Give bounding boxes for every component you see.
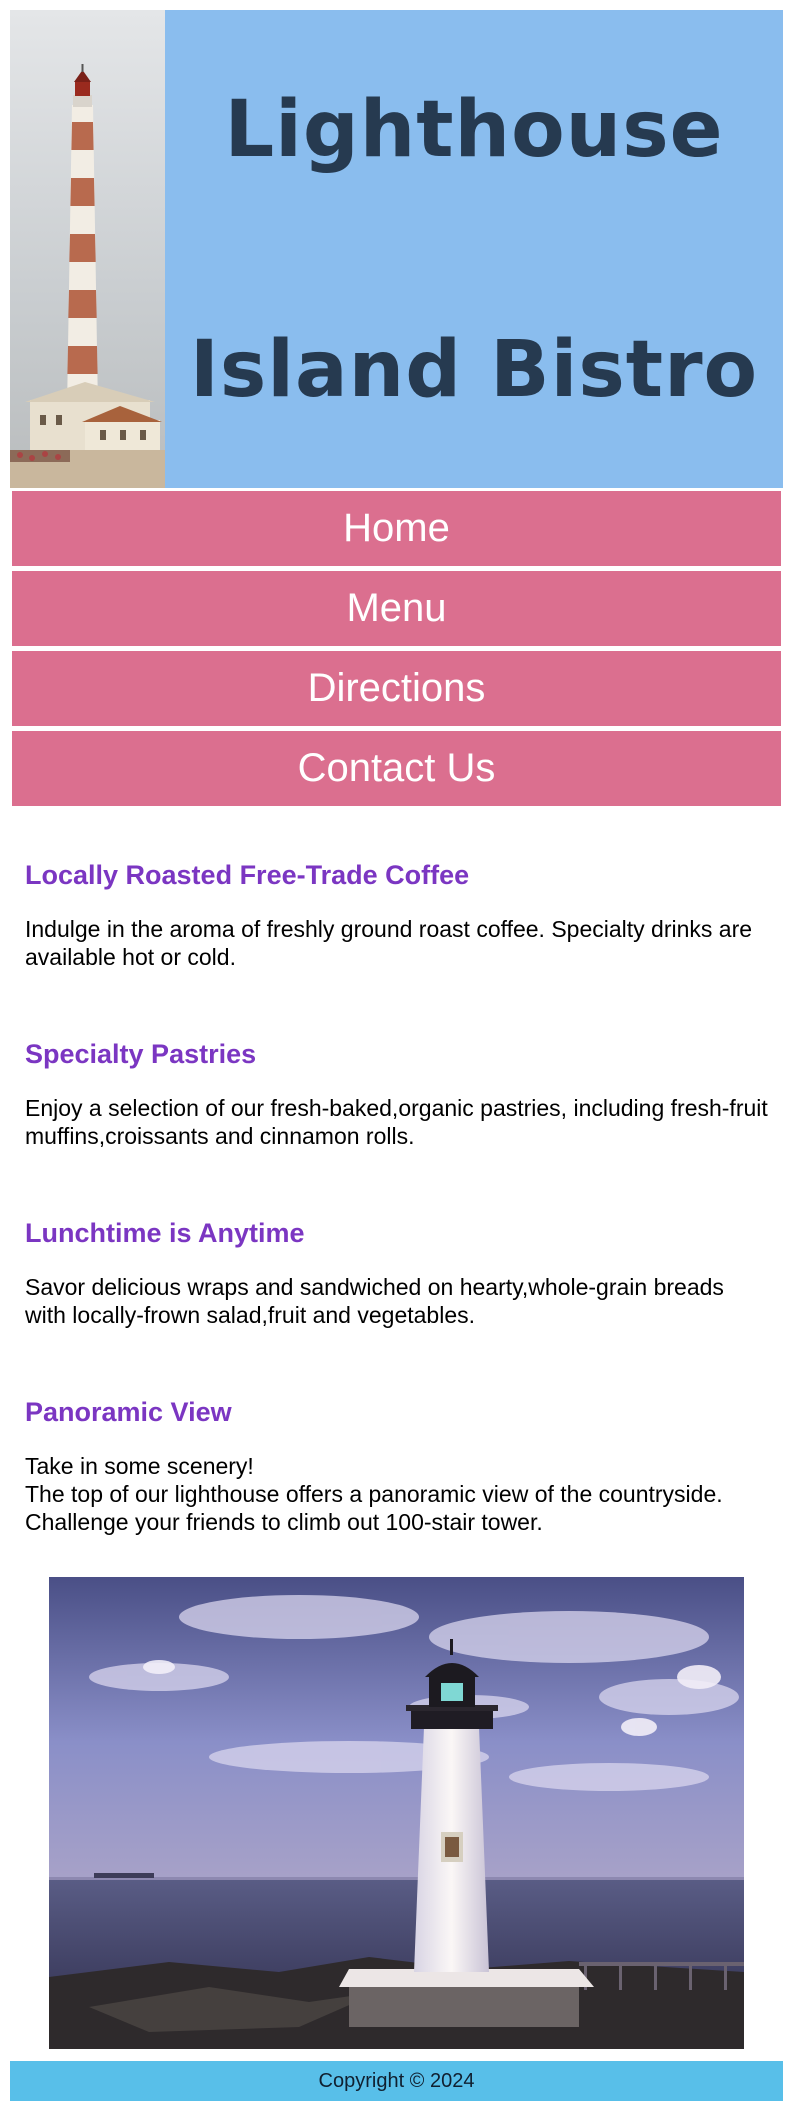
section-text: Savor delicious wraps and sandwiched on … — [25, 1274, 724, 1328]
section-text: Take in some scenery! The top of our lig… — [25, 1452, 768, 1536]
site-header: Lighthouse Island Bistro — [10, 10, 783, 488]
section-lunch: Lunchtime is Anytime Savor delicious wra… — [25, 1194, 768, 1329]
section-panoramic-view: Panoramic View Take in some scenery! The… — [25, 1373, 768, 1536]
lighthouse-photo — [49, 1577, 744, 2049]
site-title-line1: Lighthouse — [224, 85, 724, 175]
section-text-line: Challenge your friends to climb out 100-… — [25, 1509, 543, 1535]
section-heading: Locally Roasted Free-Trade Coffee — [25, 860, 470, 890]
main-content: Locally Roasted Free-Trade Coffee Indulg… — [10, 811, 783, 1536]
site-title: Lighthouse Island Bistro — [165, 10, 783, 488]
page-wrapper: Lighthouse Island Bistro Home Menu Direc… — [10, 10, 783, 1580]
section-text-line: Take in some scenery! — [25, 1453, 254, 1479]
section-pastries: Specialty Pastries Enjoy a selection of … — [25, 1015, 768, 1150]
nav-directions-link[interactable]: Directions — [12, 651, 781, 726]
main-nav: Home Menu Directions Contact Us — [10, 491, 783, 806]
section-heading: Lunchtime is Anytime — [25, 1218, 305, 1248]
header-lighthouse-image — [10, 10, 165, 488]
nav-contact-us-link[interactable]: Contact Us — [12, 731, 781, 806]
section-heading: Panoramic View — [25, 1397, 232, 1427]
section-coffee: Locally Roasted Free-Trade Coffee Indulg… — [25, 836, 768, 971]
section-text-line: The top of our lighthouse offers a panor… — [25, 1481, 723, 1507]
section-text: Enjoy a selection of our fresh-baked,org… — [25, 1095, 768, 1149]
section-text: Indulge in the aroma of freshly ground r… — [25, 916, 753, 970]
section-heading: Specialty Pastries — [25, 1039, 257, 1069]
nav-home-link[interactable]: Home — [12, 491, 781, 566]
site-title-line2: Island Bistro — [189, 325, 759, 415]
site-footer: Copyright © 2024 — [10, 2061, 783, 2101]
nav-menu-link[interactable]: Menu — [12, 571, 781, 646]
